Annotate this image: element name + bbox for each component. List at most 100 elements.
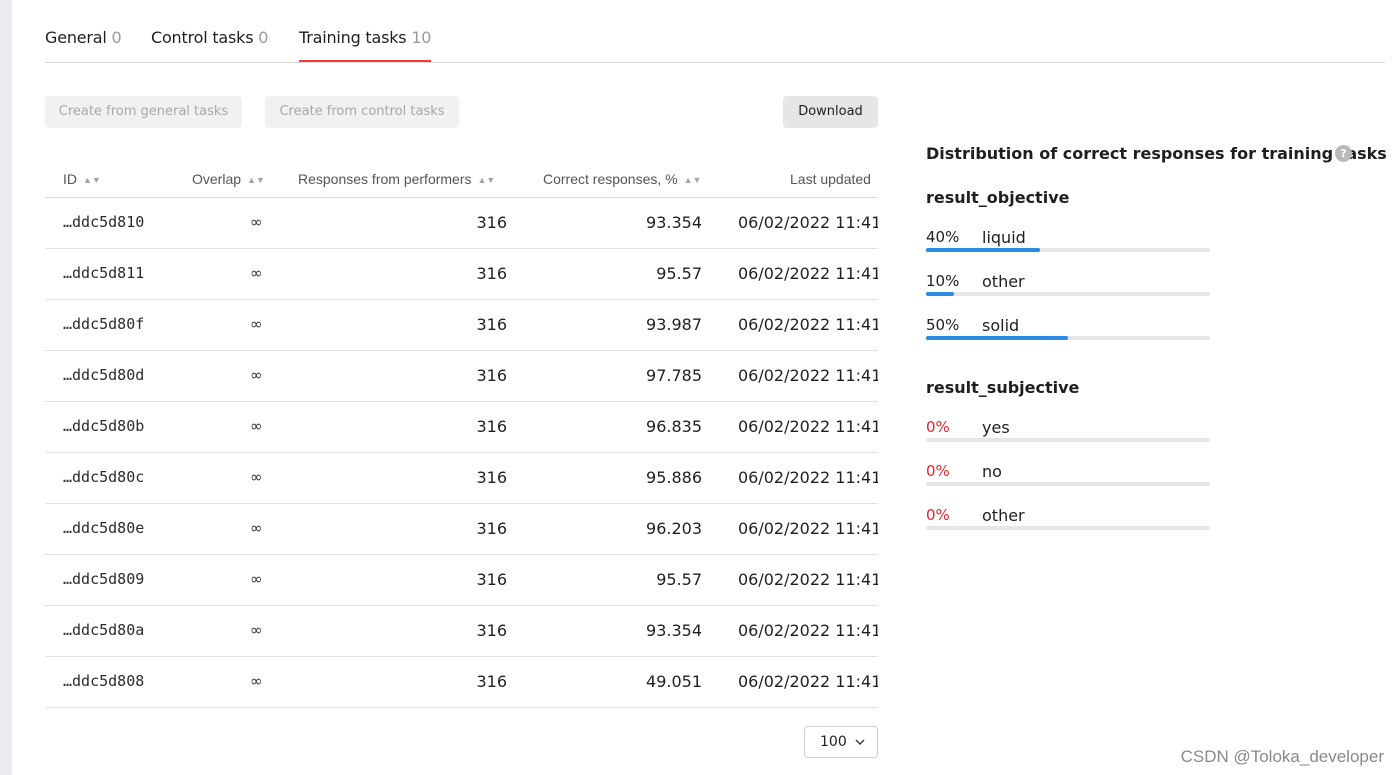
cell-responses: 316 [476,366,507,385]
table-row[interactable]: …ddc5d80d ∞ 316 97.785 06/02/2022 11:41: [45,351,878,402]
cell-correct-percent: 95.57 [656,570,702,589]
header-last-updated[interactable]: Last updated [790,171,871,187]
table-row[interactable]: …ddc5d811 ∞ 316 95.57 06/02/2022 11:41: [45,249,878,300]
table-row[interactable]: …ddc5d810 ∞ 316 93.354 06/02/2022 11:41: [45,198,878,249]
tab-control-tasks-count: 0 [258,28,269,47]
cell-overlap: ∞ [250,672,263,690]
cell-correct-percent: 93.987 [646,315,702,334]
cell-responses: 316 [476,315,507,334]
cell-correct-percent: 49.051 [646,672,702,691]
cell-last-updated: 06/02/2022 11:41: [738,315,878,334]
tab-control-tasks[interactable]: Control tasks 0 [151,28,268,61]
tab-bar: General 0 Control tasks 0 Training tasks… [45,0,1385,63]
cell-correct-percent: 95.886 [646,468,702,487]
create-from-control-button[interactable]: Create from control tasks [265,96,459,128]
distribution-item: 10% other [926,272,1210,300]
header-responses[interactable]: Responses from performers ▲▼ [298,171,495,187]
cell-id: …ddc5d80f [63,315,145,333]
cell-last-updated: 06/02/2022 11:41: [738,570,878,589]
distribution-item: 0% other [926,506,1210,534]
tab-training-tasks-label: Training tasks [299,28,407,47]
tab-general-label: General [45,28,107,47]
distribution-bar-track [926,248,1210,252]
distribution-label: yes [982,418,1010,437]
cell-responses: 316 [476,213,507,232]
cell-id: …ddc5d810 [63,213,145,231]
distribution-label: no [982,462,1002,481]
cell-responses: 316 [476,621,507,640]
cell-last-updated: 06/02/2022 11:41: [738,366,878,385]
cell-overlap: ∞ [250,468,263,486]
table-row[interactable]: …ddc5d80c ∞ 316 95.886 06/02/2022 11:41: [45,453,878,504]
distribution-bar-track [926,336,1210,340]
distribution-bar-track [926,526,1210,530]
download-button[interactable]: Download [783,96,878,128]
cell-correct-percent: 96.203 [646,519,702,538]
cell-id: …ddc5d80e [63,519,145,537]
cell-correct-percent: 93.354 [646,621,702,640]
cell-overlap: ∞ [250,315,263,333]
cell-id: …ddc5d811 [63,264,145,282]
sort-icon: ▲▼ [247,175,265,185]
sort-icon: ▲▼ [683,175,702,185]
header-last-updated-label: Last updated [790,171,871,187]
distribution-label: other [982,506,1025,525]
table-row[interactable]: …ddc5d80f ∞ 316 93.987 06/02/2022 11:41: [45,300,878,351]
cell-last-updated: 06/02/2022 11:41: [738,417,878,436]
table-row[interactable]: …ddc5d80b ∞ 316 96.835 06/02/2022 11:41: [45,402,878,453]
table-row[interactable]: …ddc5d808 ∞ 316 49.051 06/02/2022 11:41: [45,657,878,708]
distribution-label: solid [982,316,1020,335]
distribution-item: 0% no [926,462,1210,490]
cell-last-updated: 06/02/2022 11:41: [738,468,878,487]
distribution-bar-track [926,438,1210,442]
cell-correct-percent: 97.785 [646,366,702,385]
distribution-bar-track [926,292,1210,296]
cell-responses: 316 [476,519,507,538]
table-row[interactable]: …ddc5d80a ∞ 316 93.354 06/02/2022 11:41: [45,606,878,657]
watermark: CSDN @Toloka_developer [1180,747,1384,766]
cell-overlap: ∞ [250,213,263,231]
header-responses-label: Responses from performers [298,171,472,187]
distribution-group-title: result_subjective [926,378,1080,397]
distribution-item: 40% liquid [926,228,1210,256]
header-overlap-label: Overlap [192,171,242,187]
page-size-value: 100 [820,734,847,750]
cell-id: …ddc5d80b [63,417,145,435]
cell-responses: 316 [476,672,507,691]
cell-last-updated: 06/02/2022 11:41: [738,264,878,283]
cell-responses: 316 [476,570,507,589]
distribution-percent: 50% [926,316,960,334]
distribution-item: 0% yes [926,418,1210,446]
question-icon[interactable]: ? [1335,145,1352,162]
header-correct[interactable]: Correct responses, % ▲▼ [543,171,701,187]
cell-last-updated: 06/02/2022 11:41: [738,519,878,538]
sort-icon: ▲▼ [477,175,496,185]
distribution-label: other [982,272,1025,291]
table-row[interactable]: …ddc5d809 ∞ 316 95.57 06/02/2022 11:41: [45,555,878,606]
distribution-label: liquid [982,228,1026,247]
tab-training-tasks-count: 10 [411,28,432,47]
cell-overlap: ∞ [250,366,263,384]
header-id[interactable]: ID ▲▼ [63,171,101,187]
cell-id: …ddc5d80a [63,621,145,639]
distribution-percent: 40% [926,228,960,246]
distribution-bar-track [926,482,1210,486]
distribution-bar-fill [926,292,955,296]
cell-last-updated: 06/02/2022 11:41: [738,672,878,691]
distribution-bar-fill [926,248,1040,252]
header-overlap[interactable]: Overlap ▲▼ [192,171,265,187]
distribution-percent: 0% [926,418,950,436]
left-rail [0,0,12,775]
tab-general[interactable]: General 0 [45,28,122,61]
tab-control-tasks-label: Control tasks [151,28,254,47]
tab-training-tasks[interactable]: Training tasks 10 [299,28,432,62]
cell-responses: 316 [476,468,507,487]
create-from-general-button[interactable]: Create from general tasks [45,96,242,128]
cell-overlap: ∞ [250,519,263,537]
distribution-percent: 10% [926,272,960,290]
cell-correct-percent: 93.354 [646,213,702,232]
cell-overlap: ∞ [250,417,263,435]
table-row[interactable]: …ddc5d80e ∞ 316 96.203 06/02/2022 11:41: [45,504,878,555]
cell-overlap: ∞ [250,264,263,282]
page-size-select[interactable]: 100 [804,726,878,758]
